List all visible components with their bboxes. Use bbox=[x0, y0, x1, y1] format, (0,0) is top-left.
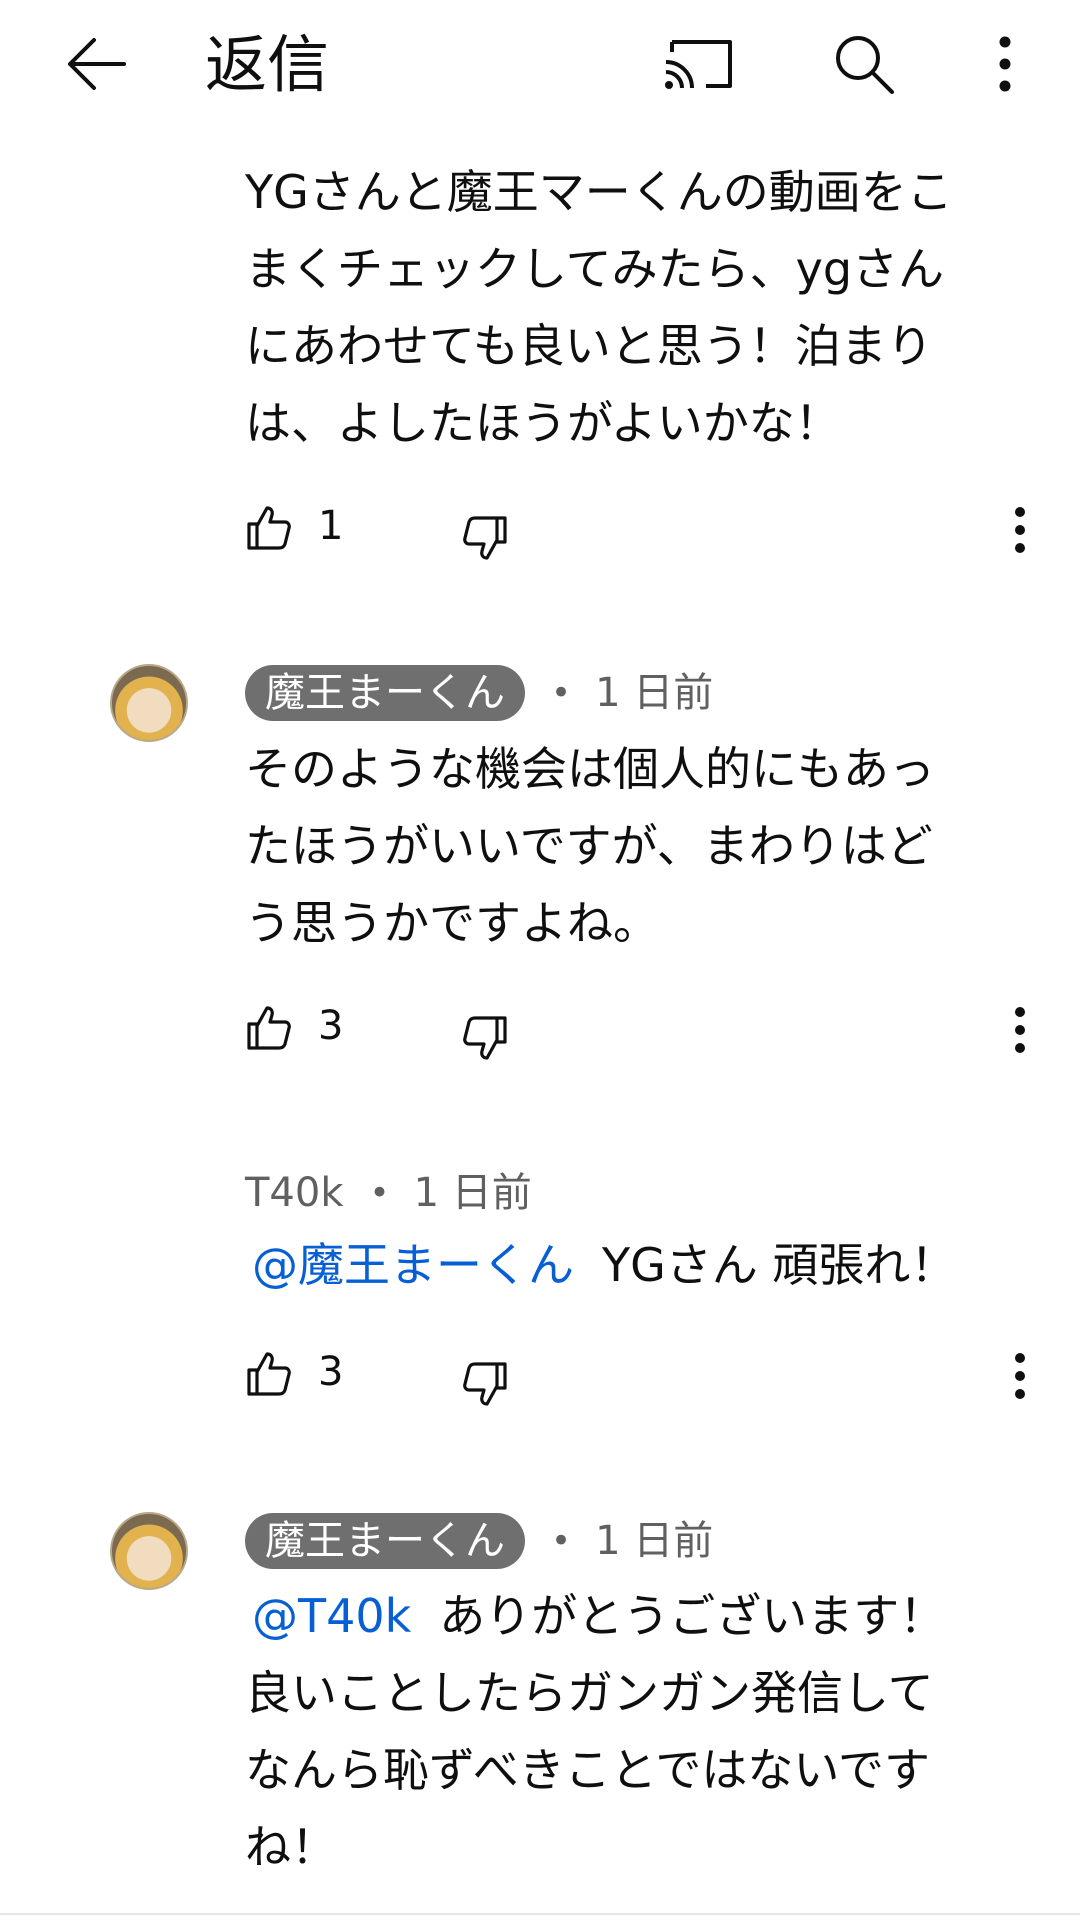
thumb-up-icon[interactable] bbox=[245, 1004, 293, 1052]
meta-separator: • bbox=[551, 673, 572, 713]
page-title: 返信 bbox=[205, 28, 330, 101]
comment-line: にあわせても良いと思う！泊まり bbox=[245, 319, 933, 373]
comment-text: そのような機会は個人的にもあっ たほうがいいですが、まわりはど う思うかですよね… bbox=[245, 731, 1015, 962]
mention-link[interactable]: @T40k bbox=[252, 1589, 411, 1643]
like-count: 1 bbox=[318, 503, 344, 549]
comment-line: まくチェックしてみたら、ygさん bbox=[245, 242, 945, 296]
comment-line: たほうがいいですが、まわりはど bbox=[245, 819, 933, 873]
comment-more-icon[interactable] bbox=[1005, 500, 1035, 560]
comment-line: YGさんと魔王マーくんの動画をこ bbox=[245, 165, 953, 219]
search-icon[interactable] bbox=[828, 28, 900, 100]
meta-separator: • bbox=[369, 1173, 390, 1213]
meta-separator: • bbox=[551, 1521, 572, 1561]
author-chip[interactable]: 魔王まーくん bbox=[245, 665, 525, 721]
thumb-up-icon[interactable] bbox=[245, 1350, 293, 1398]
comment-line: @T40k ありがとうございます！ bbox=[245, 1578, 1045, 1655]
more-vert-icon[interactable] bbox=[980, 28, 1030, 100]
arrow-back-icon[interactable] bbox=[60, 28, 132, 100]
comment-more-icon[interactable] bbox=[1005, 1000, 1035, 1060]
comment-meta: 魔王まーくん • 1 日前 bbox=[245, 1513, 713, 1569]
top-app-bar: 返信 bbox=[0, 0, 1080, 130]
replies-screen: 返信 YGさんと魔王マーくんの動画をこ まくチェックしてみたら、ygさん にあわ… bbox=[0, 0, 1080, 1925]
comment-line: なんら恥ずべきことではないです bbox=[245, 1743, 930, 1797]
comment-text: @T40k ありがとうございます！ 良いことしたらガンガン発信して なんら恥ずべき… bbox=[245, 1578, 1045, 1886]
comment-actions: 3 bbox=[245, 1340, 1035, 1412]
thumb-down-icon[interactable] bbox=[461, 1360, 509, 1408]
comment-body: ありがとうございます！ bbox=[439, 1589, 946, 1643]
like-count: 3 bbox=[318, 1003, 344, 1049]
mention-link[interactable]: @魔王まーくん bbox=[252, 1238, 574, 1292]
comment-line: 良いことしたらガンガン発信して bbox=[245, 1666, 934, 1720]
bottom-divider bbox=[0, 1913, 1080, 1915]
comment-line: ね！ bbox=[245, 1820, 337, 1874]
cast-icon[interactable] bbox=[662, 28, 738, 100]
avatar[interactable] bbox=[110, 664, 188, 742]
thumb-down-icon[interactable] bbox=[461, 514, 509, 562]
comment-time: 1 日前 bbox=[595, 1518, 714, 1564]
like-count: 3 bbox=[318, 1349, 344, 1395]
comment-meta: T40k • 1 日前 bbox=[245, 1165, 532, 1221]
comment-body: YGさん 頑張れ！ bbox=[602, 1238, 957, 1292]
author-name[interactable]: T40k bbox=[245, 1165, 344, 1221]
avatar[interactable] bbox=[110, 1512, 188, 1590]
comment-time: 1 日前 bbox=[413, 1170, 532, 1216]
comment-text: @魔王まーくん YGさん 頑張れ！ bbox=[252, 1227, 1052, 1304]
thumb-down-icon[interactable] bbox=[461, 1014, 509, 1062]
comment-line: そのような機会は個人的にもあっ bbox=[245, 742, 935, 796]
comment-time: 1 日前 bbox=[595, 670, 714, 716]
comment-more-icon[interactable] bbox=[1005, 1346, 1035, 1406]
comment-actions: 3 bbox=[245, 994, 1035, 1066]
comment-text: YGさんと魔王マーくんの動画をこ まくチェックしてみたら、ygさん にあわせても… bbox=[245, 154, 1015, 462]
thumb-up-icon[interactable] bbox=[245, 504, 293, 552]
comment-line: は、よしたほうがよいかな！ bbox=[245, 396, 841, 450]
comment-line: う思うかですよね。 bbox=[245, 896, 659, 950]
comment-actions: 1 bbox=[245, 494, 1035, 566]
comment-meta: 魔王まーくん • 1 日前 bbox=[245, 665, 713, 721]
author-chip[interactable]: 魔王まーくん bbox=[245, 1513, 525, 1569]
